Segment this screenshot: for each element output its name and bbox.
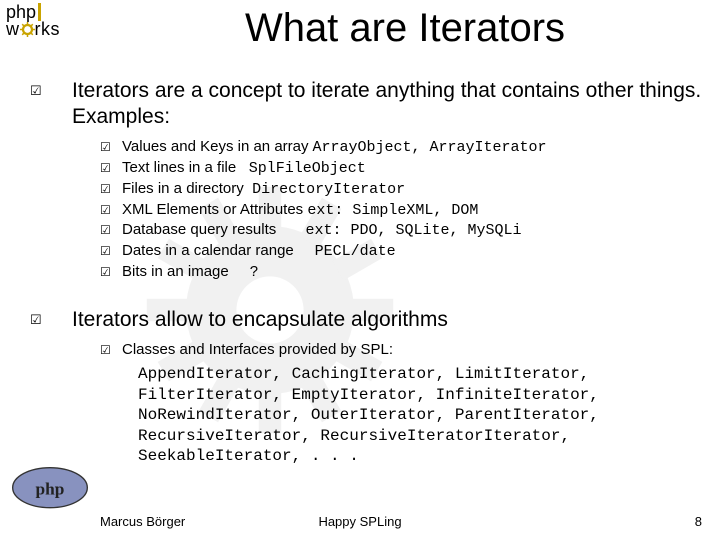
logo-text-w: w — [6, 19, 20, 39]
bullet-2-text: Iterators allow to encapsulate algorithm… — [44, 307, 702, 333]
check-icon — [100, 137, 114, 158]
check-icon — [30, 307, 44, 333]
examples-list: Values and Keys in an arrayArrayObject, … — [100, 137, 702, 283]
check-icon — [100, 262, 114, 283]
check-icon — [100, 179, 114, 200]
footer-title: Happy SPLing — [0, 514, 720, 529]
php-logo-icon: php — [10, 466, 90, 510]
gear-icon — [20, 22, 35, 37]
list-item: Database query results ext: PDO, SQLite,… — [100, 220, 702, 241]
list-item: Classes and Interfaces provided by SPL: — [100, 340, 702, 360]
list-item: XML Elements or Attributes ext: SimpleXM… — [100, 200, 702, 221]
phpworks-logo: php wrks — [6, 2, 92, 40]
footer-page-number: 8 — [695, 514, 702, 529]
check-icon — [100, 158, 114, 179]
logo-text-rks: rks — [35, 19, 61, 39]
bullet-1-text: Iterators are a concept to iterate anyth… — [44, 78, 702, 129]
slide-footer: Marcus Börger Happy SPLing 8 — [0, 514, 720, 534]
slide-content: Iterators are a concept to iterate anyth… — [30, 78, 702, 467]
list-item: Text lines in a file SplFileObject — [100, 158, 702, 179]
check-icon — [100, 340, 114, 360]
spl-sub: Classes and Interfaces provided by SPL: — [100, 340, 702, 360]
check-icon — [100, 200, 114, 221]
check-icon — [100, 220, 114, 241]
list-item: Files in a directory DirectoryIterator — [100, 179, 702, 200]
svg-text:php: php — [36, 479, 65, 498]
list-item: Values and Keys in an arrayArrayObject, … — [100, 137, 702, 158]
list-item: Dates in a calendar range PECL/date — [100, 241, 702, 262]
bullet-2: Iterators allow to encapsulate algorithm… — [30, 307, 702, 333]
bullet-1: Iterators are a concept to iterate anyth… — [30, 78, 702, 129]
spl-class-list: AppendIterator, CachingIterator, LimitIt… — [138, 364, 702, 466]
list-item: Bits in an image ? — [100, 262, 702, 283]
slide-title: What are Iterators — [100, 6, 710, 51]
check-icon — [30, 78, 44, 129]
check-icon — [100, 241, 114, 262]
